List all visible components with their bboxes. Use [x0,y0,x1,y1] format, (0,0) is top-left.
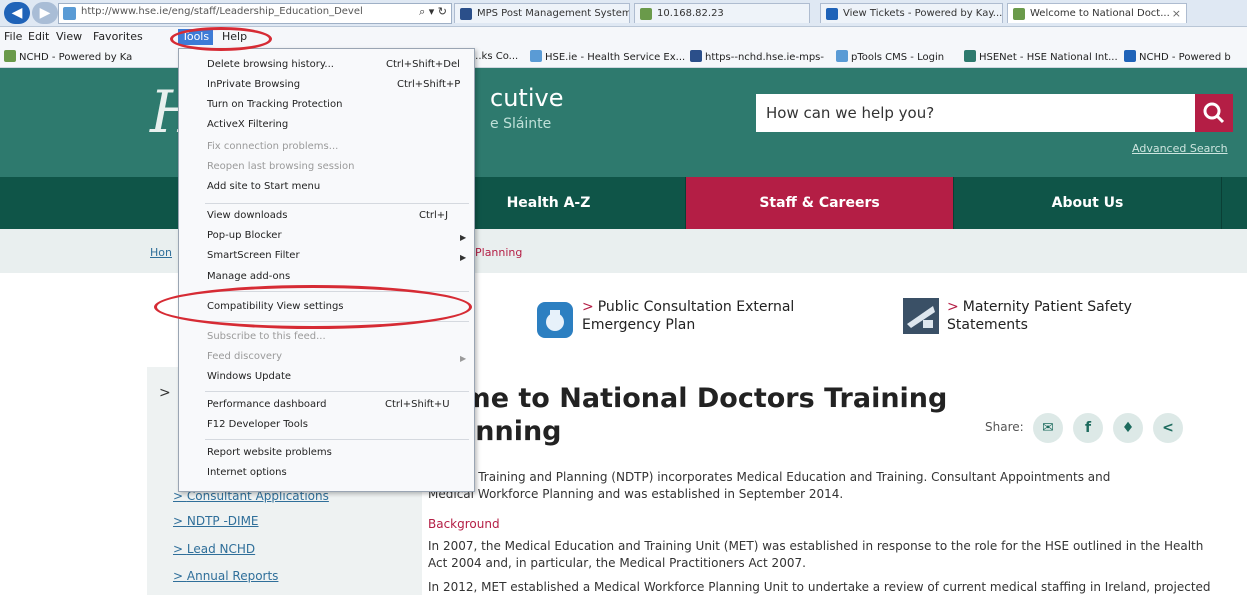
breadcrumb-current: Planning [475,246,523,259]
brand-title: cutive [490,84,564,112]
menu-item-reopen-session: Reopen last browsing session [207,161,355,172]
menu-item-report-problems[interactable]: Report website problems [207,447,332,458]
tab-favicon-icon [826,8,838,20]
menu-separator [205,203,469,204]
side-link-lead-nchd[interactable]: > Lead NCHD [173,542,255,556]
breadcrumb-home[interactable]: Hon [150,246,172,259]
favorite-link[interactable]: NCHD - Powered by Ka [4,50,132,65]
annotation-oval-tools [170,27,272,51]
shortcut-label: Ctrl+Shift+P [397,79,461,90]
menu-item-manage-addons[interactable]: Manage add-ons [207,271,290,282]
menu-favorites[interactable]: Favorites [93,29,143,45]
search-button[interactable] [1195,94,1233,132]
back-button[interactable]: ◀ [4,2,30,24]
site-favicon-icon [63,7,76,20]
favorite-link[interactable]: ...ks Co... [472,50,518,64]
menu-item-subscribe-feed: Subscribe to this feed... [207,331,326,342]
menu-item-feed-discovery: Feed discovery [207,351,283,362]
menu-file[interactable]: File [4,29,22,45]
favorite-link[interactable]: https--nchd.hse.ie-mps- [690,50,824,65]
address-bar[interactable]: http://www.hse.ie/eng/staff/Leadership_E… [58,3,452,24]
menu-item-view-downloads[interactable]: View downloads [207,210,287,221]
share-icon[interactable]: < [1153,413,1183,443]
search-icon [1203,102,1225,124]
tab-favicon-icon [1013,8,1025,20]
favorite-link[interactable]: HSE.ie - Health Service Ex... [530,50,685,65]
menu-item-popup-blocker[interactable]: Pop-up Blocker [207,230,282,241]
shortcut-label: Ctrl+Shift+U [385,399,450,410]
background-paragraph: In 2007, the Medical Education and Train… [428,539,1204,570]
submenu-arrow-icon: ▶ [460,253,467,262]
emergency-plan-icon [537,302,573,338]
advanced-search-link[interactable]: Advanced Search [1132,142,1228,155]
address-url[interactable]: http://www.hse.ie/eng/staff/Leadership_E… [81,6,381,17]
page-icon [690,50,702,62]
menu-item-delete-history[interactable]: Delete browsing history... [207,59,334,70]
promo-emergency-plan[interactable]: > Public Consultation External Emergency … [582,298,794,334]
tab-favicon-icon [640,8,652,20]
menu-item-add-to-start[interactable]: Add site to Start menu [207,181,320,192]
tab-favicon-icon [460,8,472,20]
chevron-right-icon: > [947,299,959,315]
background-heading: Background [428,517,500,531]
shortcut-label: Ctrl+Shift+Del [386,59,460,70]
nav-tab-about-us[interactable]: About Us [954,177,1222,229]
favorite-link[interactable]: NCHD - Powered b [1124,50,1231,65]
forward-button[interactable]: ▶ [32,2,58,24]
menu-item-inprivate[interactable]: InPrivate Browsing [207,79,300,90]
twitter-share-icon[interactable]: ♦ [1113,413,1143,443]
menu-separator [205,439,469,440]
menu-item-activex-filtering[interactable]: ActiveX Filtering [207,119,288,130]
menu-separator [205,391,469,392]
menu-item-fix-connection: Fix connection problems... [207,141,339,152]
annotation-oval-compatibility [154,285,472,329]
page-icon [530,50,542,62]
promo-maternity-statements[interactable]: > Maternity Patient Safety Statements [947,298,1132,334]
favorite-link[interactable]: HSENet - HSE National Int... [964,50,1118,65]
side-link-annual-reports[interactable]: > Annual Reports [173,569,278,583]
menu-edit[interactable]: Edit [28,29,49,45]
side-link-ndtp-dime[interactable]: > NDTP -DIME [173,514,259,528]
address-controls[interactable]: ⌕ ▾ ↻ [419,5,447,19]
tab-view-tickets[interactable]: View Tickets - Powered by Kay... [820,3,1003,23]
intro-paragraph: Doctors Training and Planning (NDTP) inc… [428,470,1111,501]
tab-ip-address[interactable]: 10.168.82.23 [634,3,810,23]
tools-menu: Delete browsing history... Ctrl+Shift+De… [178,48,475,492]
page-title: come to National Doctors Training Planni… [428,383,948,447]
shortcut-label: Ctrl+J [419,210,449,221]
email-share-icon[interactable]: ✉ [1033,413,1063,443]
background-paragraph-2: In 2012, MET established a Medical Workf… [428,580,1211,594]
submenu-arrow-icon: ▶ [460,354,467,363]
close-tab-icon[interactable]: × [1172,4,1181,23]
page-icon [1124,50,1136,62]
chevron-right-icon: > [582,299,594,315]
search-input[interactable] [756,94,1136,132]
menu-view[interactable]: View [56,29,82,45]
tab-ndtp-welcome[interactable]: Welcome to National Doct... × [1007,3,1187,23]
page-icon [964,50,976,62]
facebook-share-icon[interactable]: f [1073,413,1103,443]
share-label: Share: [985,420,1024,434]
menu-item-windows-update[interactable]: Windows Update [207,371,291,382]
submenu-arrow-icon: ▶ [460,233,467,242]
menu-item-internet-options[interactable]: Internet options [207,467,287,478]
menu-item-f12-tools[interactable]: F12 Developer Tools [207,419,308,430]
menu-item-performance-dashboard[interactable]: Performance dashboard [207,399,326,410]
nav-tab-staff-careers[interactable]: Staff & Careers [686,177,954,229]
menu-item-smartscreen[interactable]: SmartScreen Filter [207,250,300,261]
maternity-statements-icon [903,298,939,334]
browser-title-bar: ◀ ▶ http://www.hse.ie/eng/staff/Leadersh… [0,0,1247,27]
search-box [756,94,1195,132]
folder-icon [4,50,16,62]
page-icon [836,50,848,62]
expand-chevron-icon[interactable]: > [159,385,171,401]
brand-subtitle: e Sláinte [490,116,552,132]
menu-item-tracking-protection[interactable]: Turn on Tracking Protection [207,99,342,110]
tab-mps-post[interactable]: MPS Post Management System [454,3,630,23]
favorite-link[interactable]: pTools CMS - Login [836,50,944,65]
